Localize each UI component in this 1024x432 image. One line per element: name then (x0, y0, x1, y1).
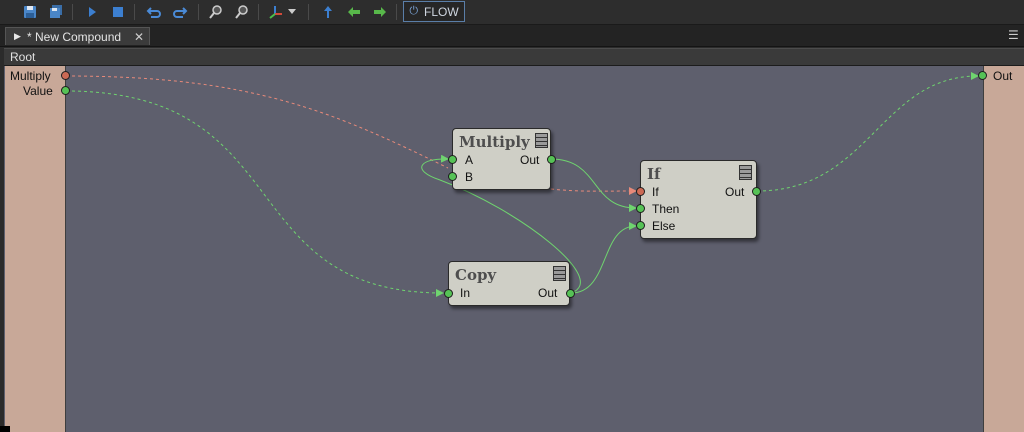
port-label-out: Out (520, 153, 540, 167)
output-panel (983, 66, 1024, 432)
copy-port-out[interactable] (566, 289, 575, 298)
copy-port-in[interactable] (444, 289, 453, 298)
input-label-value: Value (23, 84, 53, 98)
port-label-out: Out (538, 286, 558, 300)
port-label-a: A (465, 153, 474, 167)
flow-label: FLOW (424, 4, 459, 19)
node-title: Copy (455, 266, 497, 284)
node-copy[interactable]: Copy In Out (448, 261, 570, 306)
node-if[interactable]: If If Then Else Out (640, 160, 757, 239)
zoom-in-icon[interactable] (206, 2, 226, 22)
port-label-else: Else (652, 219, 676, 233)
node-menu-icon[interactable] (739, 165, 752, 180)
undo-icon[interactable] (144, 2, 164, 22)
close-icon[interactable]: ✕ (132, 30, 146, 44)
input-label-multiply: Multiply (10, 69, 51, 83)
forward-arrow-icon[interactable] (370, 2, 390, 22)
port-label-b: B (465, 170, 474, 184)
node-multiply[interactable]: Multiply A B Out (452, 128, 551, 190)
back-arrow-icon[interactable] (344, 2, 364, 22)
tab-label: * New Compound (27, 29, 122, 44)
port-label-then: Then (652, 202, 680, 216)
play-icon[interactable] (82, 2, 102, 22)
node-title: If (647, 165, 661, 183)
if-port-out[interactable] (752, 187, 761, 196)
stop-icon[interactable] (108, 2, 128, 22)
toolbar: ⏻ FLOW (0, 0, 1024, 25)
node-title: Multiply (459, 133, 530, 151)
if-port-if[interactable] (636, 187, 645, 196)
port-label-in: In (460, 286, 471, 300)
multiply-port-b[interactable] (448, 172, 457, 181)
breadcrumb[interactable]: Root (4, 48, 1024, 66)
up-level-icon[interactable] (318, 2, 338, 22)
node-menu-icon[interactable] (535, 133, 548, 148)
graph-canvas[interactable] (4, 66, 1024, 432)
zoom-out-icon[interactable] (232, 2, 252, 22)
output-label-out: Out (993, 69, 1013, 83)
tab-new-compound[interactable]: ▶ * New Compound ✕ (5, 27, 150, 45)
power-icon: ⏻ (409, 5, 419, 17)
if-port-else[interactable] (636, 221, 645, 230)
redo-icon[interactable] (170, 2, 190, 22)
multiply-port-out[interactable] (547, 155, 556, 164)
if-port-then[interactable] (636, 204, 645, 213)
input-port-multiply[interactable] (61, 71, 70, 80)
axis-icon[interactable] (266, 2, 286, 22)
tab-bar: ▶ * New Compound ✕ ☰ (0, 25, 1024, 47)
save-all-icon[interactable] (46, 2, 66, 22)
port-label-if: If (652, 185, 659, 199)
input-port-value[interactable] (61, 86, 70, 95)
node-menu-icon[interactable] (553, 266, 566, 281)
multiply-port-a[interactable] (448, 155, 457, 164)
corner-marker (0, 426, 10, 432)
flow-button[interactable]: ⏻ FLOW (403, 1, 465, 22)
menu-icon[interactable]: ☰ (1008, 28, 1020, 42)
port-label-out: Out (725, 185, 745, 199)
tab-expand-icon[interactable]: ▶ (14, 31, 22, 42)
save-icon[interactable] (20, 2, 40, 22)
output-port-out[interactable] (978, 71, 987, 80)
dropdown-arrow-icon[interactable] (286, 2, 298, 22)
input-panel (5, 66, 66, 432)
